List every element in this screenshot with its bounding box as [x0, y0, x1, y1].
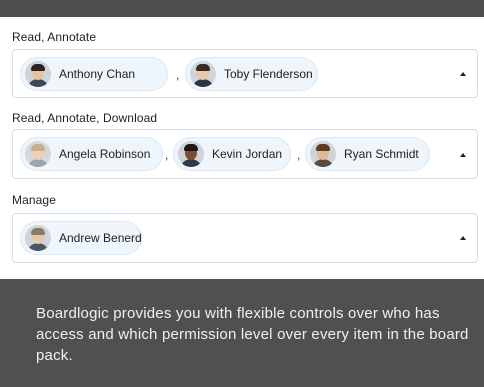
- member-name: Ryan Schmidt: [344, 147, 419, 161]
- member-separator: ,: [297, 148, 301, 162]
- member-name: Kevin Jordan: [212, 147, 283, 161]
- avatar: [310, 141, 336, 167]
- member-separator: ,: [176, 68, 180, 82]
- top-bar: [0, 0, 484, 17]
- footer-description: Boardlogic provides you with flexible co…: [36, 305, 469, 364]
- caret-up-icon[interactable]: [460, 153, 466, 157]
- group-label-manage: Manage: [12, 193, 56, 207]
- member-chip[interactable]: Ryan Schmidt: [305, 137, 430, 171]
- member-chip[interactable]: Andrew Benerd: [20, 221, 142, 255]
- permissions-panel: Read, Annotate Anthony Chan , Toby Flend…: [0, 17, 484, 279]
- caret-up-icon[interactable]: [460, 72, 466, 76]
- member-chip[interactable]: Angela Robinson: [20, 137, 163, 171]
- group-label-read-annotate: Read, Annotate: [12, 30, 97, 44]
- member-chip[interactable]: Anthony Chan: [20, 57, 168, 91]
- member-name: Toby Flenderson: [224, 67, 313, 81]
- caret-up-icon[interactable]: [460, 236, 466, 240]
- member-chip[interactable]: Kevin Jordan: [173, 137, 291, 171]
- group-label-read-annotate-download: Read, Annotate, Download: [12, 111, 158, 125]
- avatar: [178, 141, 204, 167]
- member-separator: ,: [165, 148, 169, 162]
- member-chip[interactable]: Toby Flenderson: [185, 57, 318, 91]
- member-select-read-annotate[interactable]: Anthony Chan , Toby Flenderson: [12, 49, 478, 98]
- member-name: Anthony Chan: [59, 67, 136, 81]
- member-name: Andrew Benerd: [59, 231, 142, 245]
- member-name: Angela Robinson: [59, 147, 151, 161]
- member-select-manage[interactable]: Andrew Benerd: [12, 213, 478, 263]
- avatar: [190, 61, 216, 87]
- avatar: [25, 61, 51, 87]
- info-footer: Boardlogic provides you with flexible co…: [0, 279, 484, 387]
- member-select-read-annotate-download[interactable]: Angela Robinson , Kevin Jordan , Ryan Sc…: [12, 129, 478, 179]
- avatar: [25, 225, 51, 251]
- avatar: [25, 141, 51, 167]
